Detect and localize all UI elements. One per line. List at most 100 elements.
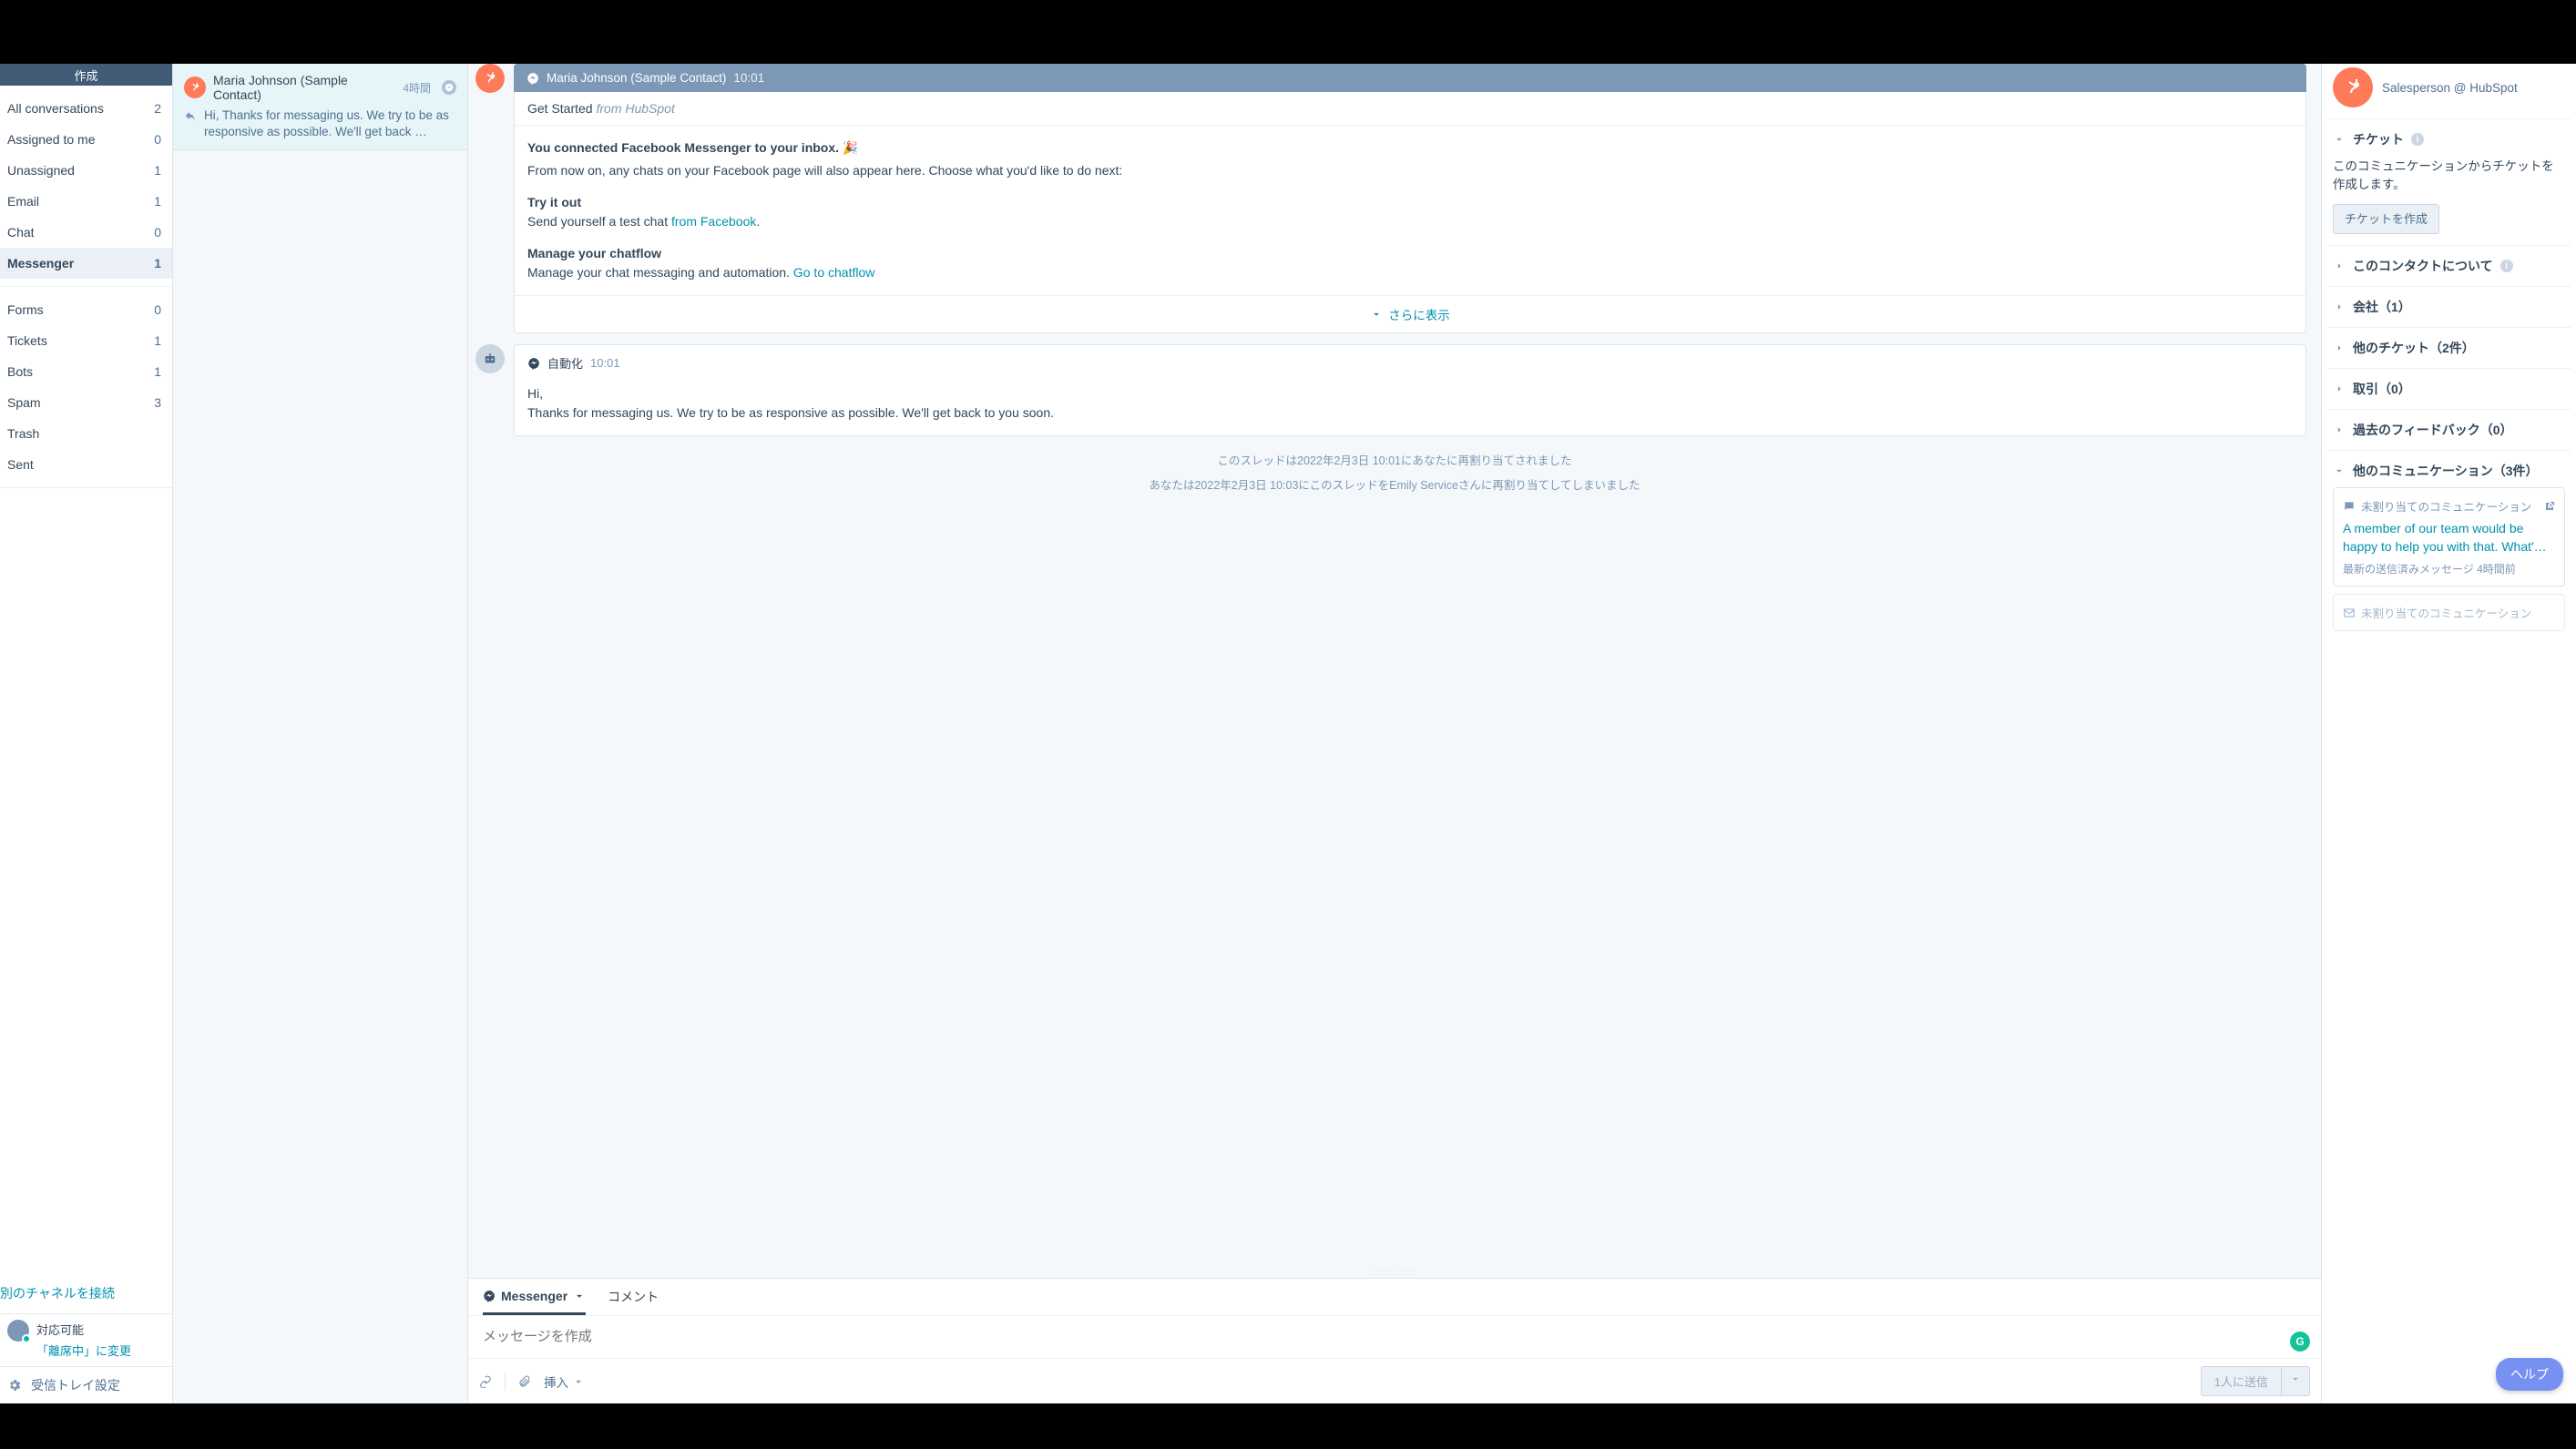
top-black-bar <box>0 0 2576 64</box>
chevron-right-icon <box>2333 342 2346 354</box>
section-header-deals[interactable]: 取引（0） <box>2333 380 2565 398</box>
conversation-name: Maria Johnson (Sample Contact) <box>213 73 395 102</box>
nav-count: 0 <box>154 132 161 147</box>
nav-spam[interactable]: Spam 3 <box>0 387 172 418</box>
system-message: このスレッドは2022年2月3日 10:01にあなたに再割り当てされました <box>468 447 2321 472</box>
show-more-button[interactable]: さらに表示 <box>515 295 2305 332</box>
compose-button[interactable]: 作成 <box>0 64 172 86</box>
chevron-down-icon <box>2333 133 2346 146</box>
section-header-ticket[interactable]: チケット i <box>2333 130 2565 148</box>
chevron-right-icon <box>2333 423 2346 436</box>
connect-channel-link[interactable]: 別のチャネルを接続 <box>0 1273 172 1313</box>
composer-tab-comments[interactable]: コメント <box>608 1279 659 1315</box>
nav-assigned-to-me[interactable]: Assigned to me0 <box>0 124 172 155</box>
separator <box>505 1372 506 1391</box>
nav-sent[interactable]: Sent <box>0 449 172 480</box>
nav-count: 0 <box>154 225 161 240</box>
nav-all-conversations[interactable]: All conversations2 <box>0 93 172 124</box>
nav-trash[interactable]: Trash <box>0 418 172 449</box>
section-header-about[interactable]: このコンタクトについてi <box>2333 257 2565 275</box>
chevron-down-icon <box>1370 308 1383 321</box>
nav-count: 1 <box>154 333 161 348</box>
nav-count: 3 <box>154 395 161 410</box>
nav-section-secondary: Forms0 Tickets 1 Bots 1 Spam 3 Trash Sent <box>0 287 172 488</box>
send-button[interactable]: 1人に送信 <box>2201 1366 2282 1396</box>
message-content: You connected Facebook Messenger to your… <box>515 126 2305 295</box>
nav-count: 1 <box>154 364 161 379</box>
nav-label: Chat <box>7 225 35 240</box>
nav-forms[interactable]: Forms0 <box>0 294 172 325</box>
section-header-other-comm[interactable]: 他のコミュニケーション（3件） <box>2333 462 2565 480</box>
chevron-right-icon <box>2333 301 2346 313</box>
nav-count: 2 <box>154 101 161 116</box>
help-button[interactable]: ヘルプ <box>2496 1358 2563 1391</box>
thread-header-name: Maria Johnson (Sample Contact) <box>547 71 726 85</box>
comm-card-title: 未割り当てのコミュニケーション <box>2361 497 2531 515</box>
chevron-down-icon <box>573 1290 586 1302</box>
external-link-icon[interactable] <box>2544 501 2555 512</box>
section-header-company[interactable]: 会社（1） <box>2333 298 2565 316</box>
nav-unassigned[interactable]: Unassigned 1 <box>0 155 172 186</box>
chat-icon <box>2343 500 2356 513</box>
grammarly-icon[interactable]: G <box>2290 1332 2310 1352</box>
nav-list: All conversations2 Assigned to me0 Unass… <box>0 86 172 1273</box>
chevron-right-icon <box>2333 383 2346 395</box>
communication-card[interactable]: 未割り当てのコミュニケーション A member of our team wou… <box>2333 487 2565 587</box>
nav-section-main: All conversations2 Assigned to me0 Unass… <box>0 86 172 287</box>
section-other-communications: 他のコミュニケーション（3件） 未割り当てのコミュニケーション A member… <box>2327 450 2571 642</box>
status-dot-icon <box>22 1334 31 1343</box>
messenger-icon <box>483 1290 496 1302</box>
message-input[interactable] <box>483 1329 2306 1344</box>
from-facebook-link[interactable]: from Facebook <box>671 214 756 229</box>
bot-avatar-icon <box>475 344 505 373</box>
conversation-item[interactable]: Maria Johnson (Sample Contact) 4時間 Hi, T… <box>173 64 467 150</box>
conversation-list: Maria Johnson (Sample Contact) 4時間 Hi, T… <box>173 64 468 1403</box>
composer-tabs: Messenger コメント <box>468 1279 2321 1316</box>
insert-dropdown[interactable]: 挿入 <box>544 1372 585 1391</box>
nav-label: Tickets <box>7 333 47 348</box>
status-row: 対応可能 <box>0 1314 172 1342</box>
section-header-feedback[interactable]: 過去のフィードバック（0） <box>2333 421 2565 439</box>
inbox-settings-link[interactable]: 受信トレイ設定 <box>0 1366 172 1403</box>
section-ticket: チケット i このコミュニケーションからチケットを作成します。 チケットを作成 <box>2327 118 2571 245</box>
communication-card[interactable]: 未割り当てのコミュニケーション <box>2333 594 2565 631</box>
message-meta: 自動化 10:01 <box>515 345 2305 372</box>
ticket-body-text: このコミュニケーションからチケットを作成します。 <box>2333 158 2565 195</box>
create-ticket-button[interactable]: チケットを作成 <box>2333 204 2439 235</box>
nav-messenger[interactable]: Messenger1 <box>0 248 172 279</box>
section-header-other-tickets[interactable]: 他のチケット（2件） <box>2333 339 2565 357</box>
left-sidebar: 作成 All conversations2 Assigned to me0 Un… <box>0 64 173 1403</box>
thread-header-time: 10:01 <box>733 71 764 85</box>
nav-count: 1 <box>154 256 161 270</box>
send-dropdown[interactable] <box>2282 1366 2310 1396</box>
change-to-away-link[interactable]: 「離席中」に変更 <box>0 1342 172 1366</box>
messenger-icon <box>526 72 539 85</box>
hubspot-avatar-icon <box>2333 67 2373 107</box>
composer-tab-messenger[interactable]: Messenger <box>483 1280 586 1315</box>
chevron-down-icon <box>572 1375 585 1388</box>
attachment-icon[interactable] <box>518 1375 531 1388</box>
conversation-time: 4時間 <box>403 80 431 96</box>
status-available-label: 対応可能 <box>36 1323 84 1339</box>
contact-subtitle: Salesperson @ HubSpot <box>2382 81 2518 95</box>
nav-label: Spam <box>7 395 41 410</box>
message-card: 自動化 10:01 Hi, Thanks for messaging us. W… <box>514 344 2306 436</box>
comm-card-body: A member of our team would be happy to h… <box>2343 520 2555 556</box>
nav-chat[interactable]: Chat 0 <box>0 217 172 248</box>
drag-handle-icon[interactable]: :::::::::: <box>468 1266 2321 1278</box>
nav-label: Unassigned <box>7 163 75 178</box>
nav-email[interactable]: Email1 <box>0 186 172 217</box>
system-message: あなたは2022年2月3日 10:03にこのスレッドをEmily Service… <box>468 472 2321 496</box>
nav-label: Bots <box>7 364 33 379</box>
nav-bots[interactable]: Bots 1 <box>0 356 172 387</box>
inbox-settings-label: 受信トレイ設定 <box>31 1376 120 1394</box>
nav-tickets[interactable]: Tickets 1 <box>0 325 172 356</box>
nav-count: 1 <box>154 163 161 178</box>
nav-count: 1 <box>154 194 161 209</box>
hubspot-avatar-icon <box>475 64 505 93</box>
link-icon[interactable] <box>479 1375 492 1388</box>
chevron-down-icon <box>2333 464 2346 477</box>
nav-label: Forms <box>7 302 44 317</box>
chevron-right-icon <box>2333 260 2346 272</box>
go-to-chatflow-link[interactable]: Go to chatflow <box>793 265 875 280</box>
